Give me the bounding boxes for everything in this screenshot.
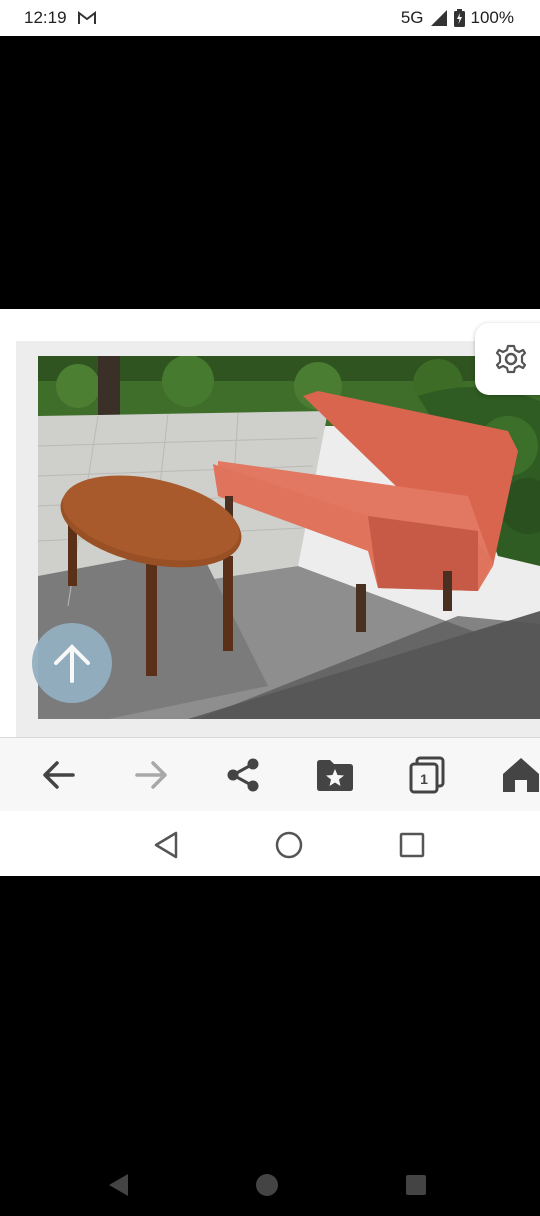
home-icon: [503, 758, 539, 792]
gmail-icon: [77, 11, 96, 24]
tabs-button[interactable]: 1: [402, 750, 452, 800]
circle-home-icon: [275, 831, 303, 859]
square-recents-icon: [399, 832, 425, 858]
web-content[interactable]: [0, 309, 540, 737]
browser-toolbar: 1: [0, 737, 540, 812]
nav-back-button[interactable]: [146, 825, 186, 865]
triangle-back-icon: [154, 831, 178, 859]
scroll-to-top-button[interactable]: [32, 623, 112, 703]
bookmark-folder-icon: [317, 760, 353, 791]
system-recents-button[interactable]: [399, 1168, 433, 1202]
nav-recents-button[interactable]: [392, 825, 432, 865]
arrow-up-icon: [54, 644, 90, 683]
system-back-icon: [109, 1174, 128, 1196]
forward-button[interactable]: [126, 750, 176, 800]
signal-icon: [430, 10, 447, 26]
navigation-bar: [0, 811, 540, 876]
battery-charging-icon: [453, 9, 465, 27]
arrow-right-icon: [135, 761, 167, 789]
system-back-button[interactable]: [101, 1168, 135, 1202]
status-bar: 12:19 5G 100%: [0, 0, 540, 36]
tab-count: 1: [420, 771, 428, 787]
black-area-bottom: [0, 876, 540, 1216]
battery-percent: 100%: [470, 8, 514, 27]
share-button[interactable]: [218, 750, 268, 800]
nav-home-button[interactable]: [269, 825, 309, 865]
share-icon: [227, 758, 259, 792]
black-area-top: [0, 36, 540, 309]
back-button[interactable]: [34, 750, 84, 800]
network-type: 5G: [400, 8, 424, 27]
system-home-icon: [256, 1174, 278, 1196]
settings-tab[interactable]: [475, 323, 540, 395]
bookmarks-button[interactable]: [310, 750, 360, 800]
system-home-button[interactable]: [250, 1168, 284, 1202]
system-recents-icon: [406, 1175, 426, 1195]
gear-icon: [495, 344, 527, 374]
home-button[interactable]: [496, 750, 540, 800]
sofa-and-table-photo[interactable]: [38, 356, 540, 719]
arrow-left-icon: [43, 761, 75, 789]
clock: 12:19: [24, 8, 67, 27]
tabs-icon: 1: [409, 756, 445, 794]
